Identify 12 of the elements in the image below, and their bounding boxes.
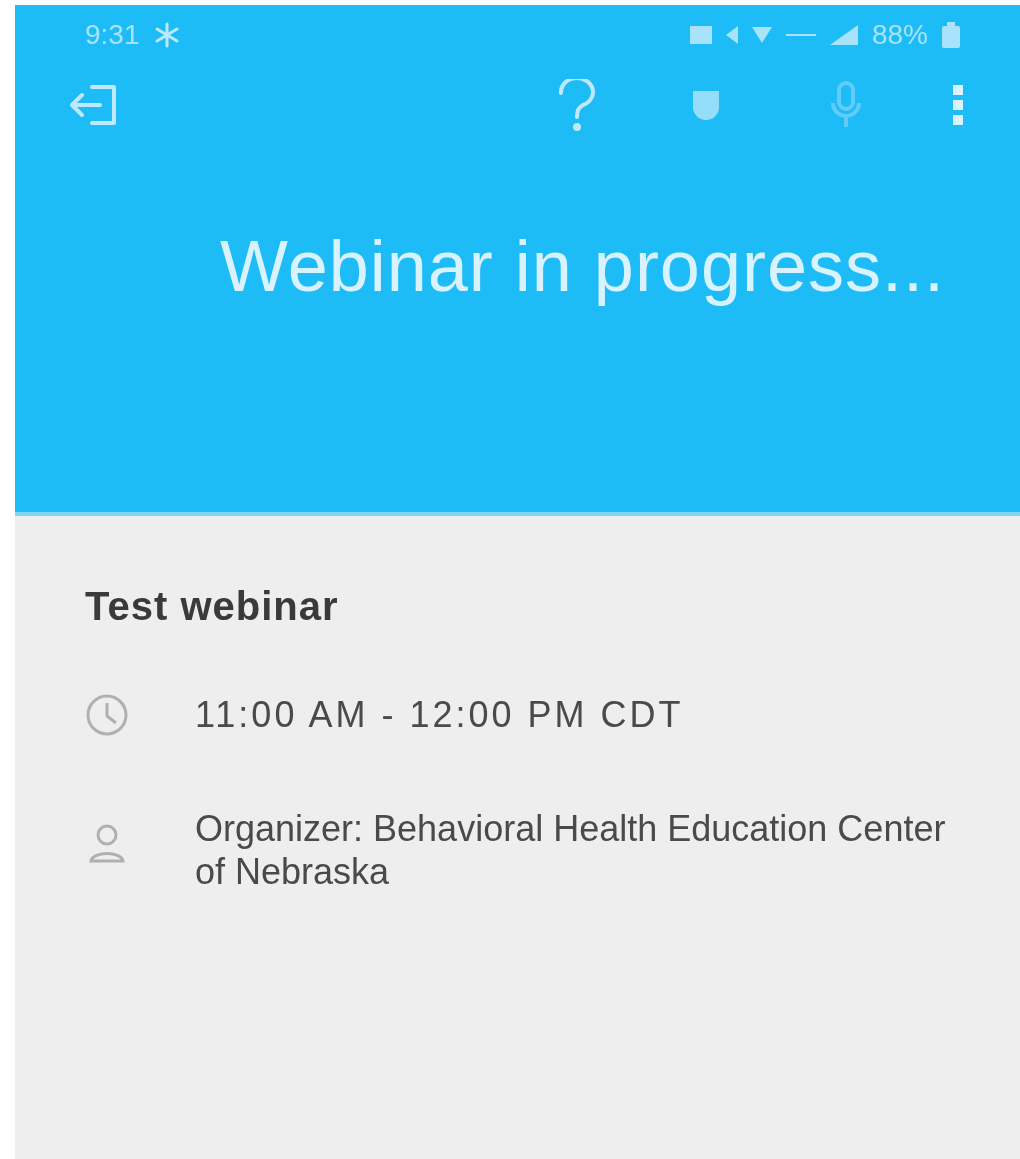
- clock-icon: [85, 693, 129, 737]
- battery-percent: 88%: [871, 19, 928, 51]
- signal-icon: [829, 25, 858, 45]
- webinar-title: Test webinar: [85, 584, 340, 629]
- organizer-text: Organizer: Behavioral Health Education Center of Nebraska: [195, 807, 947, 893]
- status-time: 9:31: [85, 19, 140, 51]
- webinar-time: 11:00 AM - 12:00 PM CDT: [195, 693, 685, 736]
- banner-title: Webinar in progress...: [220, 225, 946, 307]
- battery-icon: [942, 22, 960, 48]
- more-options-icon[interactable]: [951, 83, 965, 127]
- snowflake-icon: [153, 22, 180, 48]
- microphone-icon[interactable]: [831, 81, 861, 129]
